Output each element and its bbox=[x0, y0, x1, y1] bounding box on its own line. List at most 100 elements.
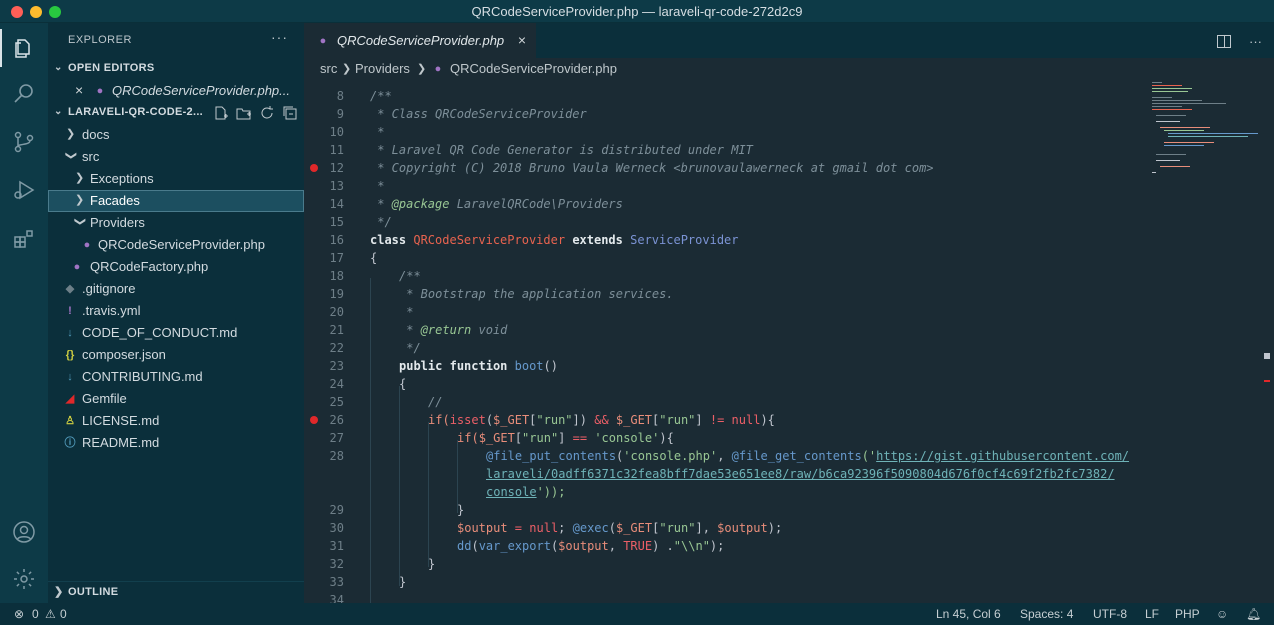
tree-label: CONTRIBUTING.md bbox=[82, 369, 203, 384]
code-token: ] bbox=[695, 413, 710, 427]
tree-item-facades[interactable]: ❯ Facades bbox=[48, 190, 304, 212]
status-bar: ⊗ 0 ⚠ 0 Ln 45, Col 6 Spaces: 4 UTF-8 LF … bbox=[0, 603, 1274, 625]
activity-bar bbox=[0, 23, 48, 603]
tree-item-readme[interactable]: ⓘ README.md bbox=[48, 432, 304, 454]
code-token: dd bbox=[457, 539, 472, 553]
tree-item-license[interactable]: ♙ LICENSE.md bbox=[48, 410, 304, 432]
breadcrumb-providers[interactable]: Providers bbox=[355, 61, 410, 76]
tree-item-src[interactable]: ❯ src bbox=[48, 146, 304, 168]
code-line: // bbox=[428, 395, 443, 409]
chevron-right-icon: ❯ bbox=[54, 586, 64, 598]
code-link[interactable]: console bbox=[486, 485, 537, 499]
tree-item-providers[interactable]: ❯ Providers bbox=[48, 212, 304, 234]
php-file-icon: ● bbox=[96, 85, 104, 97]
minimap[interactable] bbox=[1148, 80, 1258, 180]
window-title: QRCodeServiceProvider.php — laraveli-qr-… bbox=[471, 4, 803, 19]
errors-icon[interactable]: ⊗ bbox=[14, 607, 24, 621]
line-number: 27 bbox=[329, 431, 344, 445]
open-editor-item[interactable]: × ● QRCodeServiceProvider.php... bbox=[48, 80, 304, 102]
tree-item-gitignore[interactable]: ◆ .gitignore bbox=[48, 278, 304, 300]
code-link[interactable]: https://gist.githubusercontent.com/ bbox=[876, 449, 1129, 463]
code-token: ){ bbox=[659, 431, 674, 445]
new-file-icon[interactable] bbox=[213, 105, 229, 121]
code-token: ) . bbox=[652, 539, 674, 553]
code-token: = bbox=[507, 521, 530, 535]
close-icon[interactable]: × bbox=[75, 82, 83, 98]
code-token: class bbox=[370, 233, 407, 247]
line-number: 29 bbox=[329, 503, 344, 517]
php-file-icon: ● bbox=[319, 35, 327, 47]
line-number: 19 bbox=[329, 287, 344, 301]
cursor-position[interactable]: Ln 45, Col 6 bbox=[936, 607, 1001, 621]
tree-label: .gitignore bbox=[82, 281, 136, 296]
tree-item-docs[interactable]: ❯ docs bbox=[48, 124, 304, 146]
tab-qrcodeserviceprovider[interactable]: ● QRCodeServiceProvider.php × bbox=[304, 23, 536, 58]
refresh-icon[interactable] bbox=[259, 105, 275, 121]
code-token: if( bbox=[457, 431, 479, 445]
outline-label: OUTLINE bbox=[68, 586, 119, 598]
code-token: $output bbox=[717, 521, 768, 535]
code-token: "run" bbox=[659, 413, 696, 427]
yaml-file-icon: ! bbox=[68, 305, 72, 317]
more-actions-icon[interactable]: ··· bbox=[1249, 34, 1262, 49]
line-number: 25 bbox=[329, 395, 344, 409]
editor-actions: ··· bbox=[1217, 33, 1262, 49]
code-line: class QRCodeServiceProvider extends Serv… bbox=[370, 233, 739, 247]
code-link[interactable]: laraveli/0adff6371c32fea8bff7dae53e651ee… bbox=[486, 467, 1115, 481]
code-line: @file_put_contents('console.php', @file_… bbox=[486, 449, 1129, 463]
code-token: (' bbox=[861, 449, 877, 463]
source-control-icon[interactable] bbox=[12, 130, 36, 154]
new-folder-icon[interactable] bbox=[236, 105, 252, 121]
tree-item-composer[interactable]: {} composer.json bbox=[48, 344, 304, 366]
tree-item-code-of-conduct[interactable]: ↓ CODE_OF_CONDUCT.md bbox=[48, 322, 304, 344]
line-ending[interactable]: LF bbox=[1145, 607, 1159, 621]
tree-item-contributing[interactable]: ↓ CONTRIBUTING.md bbox=[48, 366, 304, 388]
project-section[interactable]: ⌄ LARAVELI-QR-CODE-2... bbox=[48, 102, 304, 124]
indentation[interactable]: Spaces: 4 bbox=[1020, 607, 1073, 621]
tree-item-gemfile[interactable]: ◢ Gemfile bbox=[48, 388, 304, 410]
outline-section[interactable]: ❯ OUTLINE bbox=[48, 581, 304, 603]
open-editor-filename: QRCodeServiceProvider.php... bbox=[112, 83, 290, 98]
extensions-icon[interactable] bbox=[12, 227, 36, 251]
tree-label: QRCodeFactory.php bbox=[90, 259, 209, 274]
language-mode[interactable]: PHP bbox=[1175, 607, 1200, 621]
code-token: QRCodeServiceProvider bbox=[413, 233, 566, 247]
code-token: function bbox=[449, 359, 508, 373]
tree-item-qrcodefactory[interactable]: ● QRCodeFactory.php bbox=[48, 256, 304, 278]
notifications-bell-icon[interactable]: 🔔︎ bbox=[1246, 607, 1261, 621]
settings-gear-icon[interactable] bbox=[12, 567, 36, 591]
open-editors-section[interactable]: ⌄ OPEN EDITORS bbox=[48, 58, 304, 80]
code-token: public bbox=[399, 359, 443, 373]
editor-tabs: ● QRCodeServiceProvider.php × ··· bbox=[304, 23, 1274, 58]
warning-count[interactable]: 0 bbox=[60, 607, 67, 621]
error-count[interactable]: 0 bbox=[32, 607, 39, 621]
code-token: 'console' bbox=[594, 431, 660, 445]
run-debug-icon[interactable] bbox=[12, 178, 36, 202]
explorer-icon[interactable] bbox=[12, 36, 36, 60]
collapse-all-icon[interactable] bbox=[282, 105, 298, 121]
code-line: * bbox=[370, 179, 385, 193]
account-icon[interactable] bbox=[12, 520, 36, 544]
close-tab-icon[interactable]: × bbox=[518, 32, 526, 48]
code-token: TRUE bbox=[623, 539, 653, 553]
code-token: ( bbox=[471, 539, 479, 553]
code-token: ]) bbox=[572, 413, 595, 427]
search-icon[interactable] bbox=[12, 82, 36, 106]
tree-item-qrcodeserviceprovider[interactable]: ● QRCodeServiceProvider.php bbox=[48, 234, 304, 256]
feedback-icon[interactable]: ☺ bbox=[1216, 607, 1228, 621]
warnings-icon[interactable]: ⚠ bbox=[45, 607, 56, 621]
code-token: $output bbox=[558, 539, 609, 553]
code-line: dd(var_export($output, TRUE) ."\\n"); bbox=[457, 539, 724, 553]
tree-label: composer.json bbox=[82, 347, 166, 362]
tree-label: LICENSE.md bbox=[82, 413, 160, 428]
breadcrumb-src[interactable]: src bbox=[320, 61, 337, 76]
code-editor[interactable]: 8 9 10 11 12 13 14 15 16 17 18 19 20 21 … bbox=[304, 80, 1274, 603]
split-editor-icon[interactable] bbox=[1217, 35, 1232, 48]
tree-item-travis[interactable]: ! .travis.yml bbox=[48, 300, 304, 322]
more-actions-icon[interactable]: ··· bbox=[271, 29, 288, 45]
tree-item-exceptions[interactable]: ❯ Exceptions bbox=[48, 168, 304, 190]
encoding[interactable]: UTF-8 bbox=[1093, 607, 1127, 621]
breadcrumb-file[interactable]: QRCodeServiceProvider.php bbox=[450, 61, 617, 76]
line-number: 9 bbox=[336, 107, 344, 121]
